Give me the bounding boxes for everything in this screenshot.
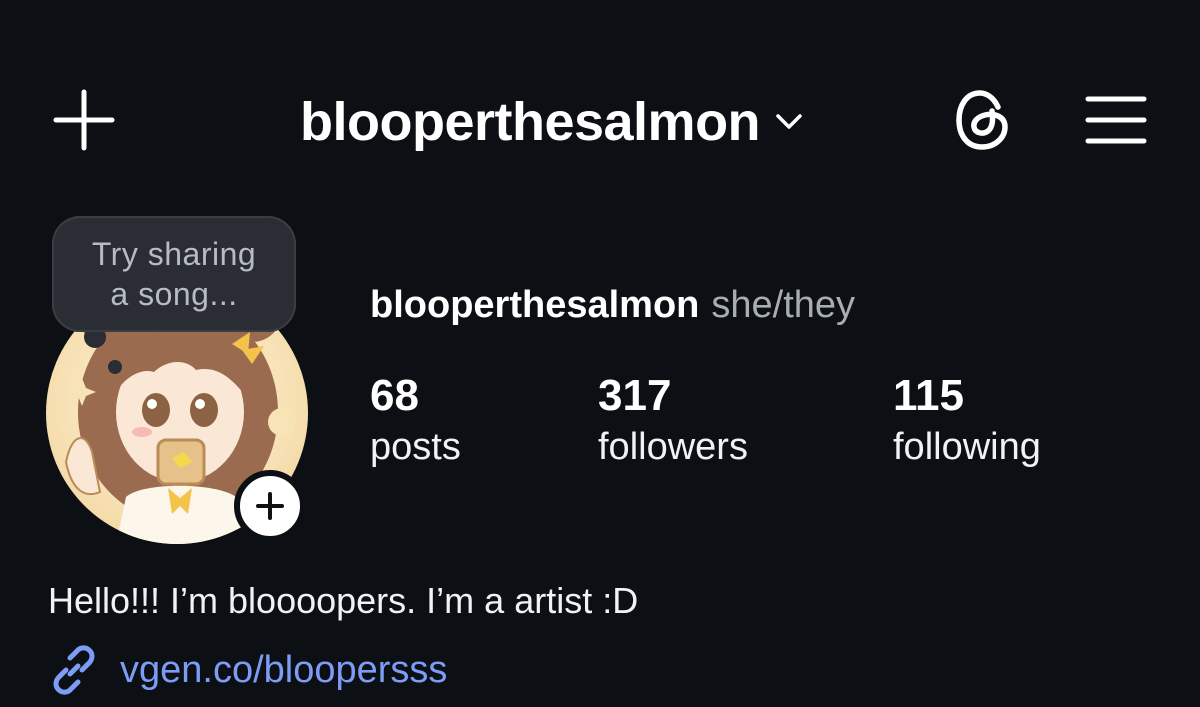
stat-label: following <box>893 426 1041 468</box>
bio-text: Hello!!! I’m bloooopers. I’m a artist :D <box>48 580 639 621</box>
threads-button[interactable] <box>944 80 1024 160</box>
menu-button[interactable] <box>1076 80 1156 160</box>
bio-link[interactable]: vgen.co/bloopersss <box>48 644 447 696</box>
chevron-down-icon <box>776 114 802 129</box>
hamburger-menu-icon <box>1085 96 1147 144</box>
note-line-2: a song... <box>110 276 238 312</box>
note-bubble[interactable]: Try sharing a song... <box>52 216 296 332</box>
stat-label: posts <box>370 426 461 468</box>
threads-icon <box>956 90 1008 150</box>
stat-value: 317 <box>598 371 672 420</box>
stat-value: 68 <box>370 371 419 420</box>
create-button[interactable] <box>44 80 124 160</box>
header-username: blooperthesalmon <box>300 92 761 152</box>
account-switcher[interactable]: blooperthesalmon <box>300 84 804 160</box>
note-bubble-tail <box>108 360 122 374</box>
plus-icon <box>53 89 115 151</box>
link-icon <box>53 645 95 695</box>
note-line-1: Try sharing <box>91 236 257 272</box>
profile-username: blooperthesalmon <box>370 284 700 326</box>
posts-count[interactable]: 68 posts <box>370 370 461 472</box>
stat-label: followers <box>598 426 748 468</box>
bio-link-text: vgen.co/bloopersss <box>120 648 448 691</box>
plus-icon <box>256 492 284 520</box>
followers-count[interactable]: 317 followers <box>598 370 748 472</box>
stat-value: 115 <box>893 371 964 420</box>
profile-name-row: blooperthesalmon she/they <box>370 284 855 327</box>
add-story-button[interactable] <box>234 470 306 542</box>
following-count[interactable]: 115 following <box>893 370 1041 472</box>
profile-pronouns: she/they <box>711 284 856 326</box>
